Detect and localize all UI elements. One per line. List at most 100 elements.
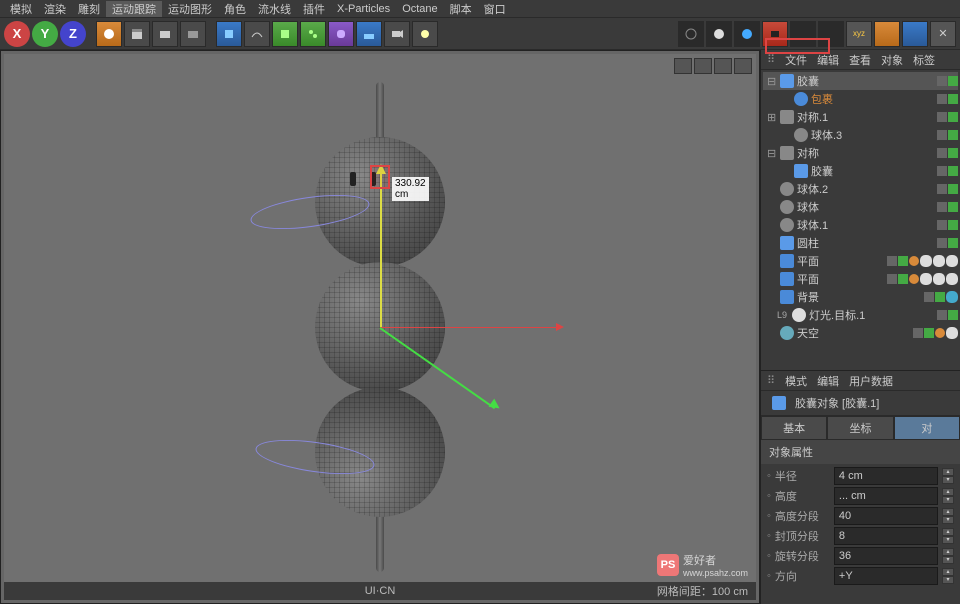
spinner[interactable]: ▴▾: [942, 548, 954, 564]
tool-scene[interactable]: [356, 21, 382, 47]
tree-tags[interactable]: [937, 76, 958, 86]
tree-tags[interactable]: [887, 273, 958, 285]
ph-file[interactable]: 文件: [785, 52, 807, 68]
tree-row-6[interactable]: 球体.2: [763, 180, 958, 198]
tree-row-12[interactable]: 背景: [763, 288, 958, 306]
menu-pipeline[interactable]: 流水线: [252, 1, 297, 17]
tree-row-9[interactable]: 圆柱: [763, 234, 958, 252]
tree-row-0[interactable]: ⊟胶囊: [763, 72, 958, 90]
ah-edit[interactable]: 编辑: [817, 373, 839, 389]
tool-spline[interactable]: [244, 21, 270, 47]
menu-sculpt[interactable]: 雕刻: [72, 1, 106, 17]
axis-z-button[interactable]: Z: [60, 21, 86, 47]
tool-light[interactable]: [412, 21, 438, 47]
spinner[interactable]: ▴▾: [942, 488, 954, 504]
menu-script[interactable]: 脚本: [444, 1, 478, 17]
tool-camera[interactable]: [384, 21, 410, 47]
tree-row-4[interactable]: ⊟对称: [763, 144, 958, 162]
tree-toggle-icon[interactable]: ⊟: [767, 147, 777, 160]
tool-region[interactable]: [152, 21, 178, 47]
spinner[interactable]: ▴▾: [942, 528, 954, 544]
ph-object[interactable]: 对象: [881, 52, 903, 68]
tree-tags[interactable]: [937, 112, 958, 122]
tree-tags[interactable]: [937, 184, 958, 194]
gizmo-z-axis[interactable]: [380, 327, 381, 328]
object-tree[interactable]: ⊟胶囊包裹⊞对称.1球体.3⊟对称胶囊球体.2球体球体.1圆柱平面平面背景L9灯…: [761, 70, 960, 370]
tool-render[interactable]: [96, 21, 122, 47]
tree-tags[interactable]: [937, 310, 958, 320]
tab-object[interactable]: 对: [894, 416, 960, 440]
attr-value-input[interactable]: 8: [834, 527, 938, 545]
view-record[interactable]: [762, 21, 788, 47]
menu-simulate[interactable]: 模拟: [4, 1, 38, 17]
spinner[interactable]: ▴▾: [942, 568, 954, 584]
view-grid[interactable]: [706, 21, 732, 47]
menu-octane[interactable]: Octane: [396, 3, 443, 15]
tree-tags[interactable]: [937, 238, 958, 248]
tree-tags[interactable]: [937, 94, 958, 104]
ph-tags[interactable]: 标签: [913, 52, 935, 68]
tool-cube[interactable]: [216, 21, 242, 47]
menu-tracking[interactable]: 运动跟踪: [106, 1, 162, 17]
tree-row-2[interactable]: ⊞对称.1: [763, 108, 958, 126]
tree-row-7[interactable]: 球体: [763, 198, 958, 216]
tool-array[interactable]: [300, 21, 326, 47]
menu-character[interactable]: 角色: [218, 1, 252, 17]
view-nav1[interactable]: [874, 21, 900, 47]
view-opt1[interactable]: [790, 21, 816, 47]
tree-row-10[interactable]: 平面: [763, 252, 958, 270]
nav-pan-icon[interactable]: [674, 58, 692, 74]
view-close[interactable]: ✕: [930, 21, 956, 47]
tree-row-5[interactable]: 胶囊: [763, 162, 958, 180]
tree-tags[interactable]: [937, 202, 958, 212]
tree-row-14[interactable]: 天空: [763, 324, 958, 342]
menu-bar[interactable]: 模拟 渲染 雕刻 运动跟踪 运动图形 角色 流水线 插件 X-Particles…: [0, 0, 960, 18]
gizmo-y-axis[interactable]: [380, 167, 382, 327]
nav-layout-icon[interactable]: [734, 58, 752, 74]
view-nav2[interactable]: [902, 21, 928, 47]
spinner[interactable]: ▴▾: [942, 508, 954, 524]
tree-tags[interactable]: [913, 327, 958, 339]
gizmo-xyz[interactable]: xyz: [846, 21, 872, 47]
tree-tags[interactable]: [937, 148, 958, 158]
tree-tags[interactable]: [937, 166, 958, 176]
tree-row-8[interactable]: 球体.1: [763, 216, 958, 234]
axis-y-button[interactable]: Y: [32, 21, 58, 47]
ah-user[interactable]: 用户数据: [849, 373, 893, 389]
tool-settings[interactable]: [180, 21, 206, 47]
tree-row-1[interactable]: 包裹: [763, 90, 958, 108]
tree-row-3[interactable]: 球体.3: [763, 126, 958, 144]
attr-value-input[interactable]: 40: [834, 507, 938, 525]
attr-value-input[interactable]: ... cm: [834, 487, 938, 505]
tree-tags[interactable]: [937, 220, 958, 230]
spinner[interactable]: ▴▾: [942, 468, 954, 484]
tree-toggle-icon[interactable]: ⊞: [767, 111, 777, 124]
tree-tags[interactable]: [887, 255, 958, 267]
tree-tags[interactable]: [937, 130, 958, 140]
view-shade[interactable]: [734, 21, 760, 47]
nav-zoom-icon[interactable]: [694, 58, 712, 74]
tree-tags[interactable]: [924, 291, 958, 303]
axis-x-button[interactable]: X: [4, 21, 30, 47]
nav-rotate-icon[interactable]: [714, 58, 732, 74]
tree-row-13[interactable]: L9灯光.目标.1: [763, 306, 958, 324]
menu-mograph[interactable]: 运动图形: [162, 1, 218, 17]
attr-value-input[interactable]: 4 cm: [834, 467, 938, 485]
menu-window[interactable]: 窗口: [478, 1, 512, 17]
tab-basic[interactable]: 基本: [761, 416, 827, 440]
viewport[interactable]: 330.92 cm UI·CN 网格间距：100 cm PS 爱好者 www.p…: [0, 50, 760, 604]
menu-xparticles[interactable]: X-Particles: [331, 3, 396, 15]
tree-row-11[interactable]: 平面: [763, 270, 958, 288]
ph-view[interactable]: 查看: [849, 52, 871, 68]
gizmo-x-axis[interactable]: [380, 327, 560, 328]
view-iso[interactable]: [678, 21, 704, 47]
tool-deform[interactable]: [328, 21, 354, 47]
ph-edit[interactable]: 编辑: [817, 52, 839, 68]
tool-nurbs[interactable]: [272, 21, 298, 47]
menu-plugins[interactable]: 插件: [297, 1, 331, 17]
view-opt2[interactable]: [818, 21, 844, 47]
tool-clapper[interactable]: [124, 21, 150, 47]
tab-coord[interactable]: 坐标: [827, 416, 893, 440]
attr-value-input[interactable]: +Y: [834, 567, 938, 585]
ah-mode[interactable]: 模式: [785, 373, 807, 389]
